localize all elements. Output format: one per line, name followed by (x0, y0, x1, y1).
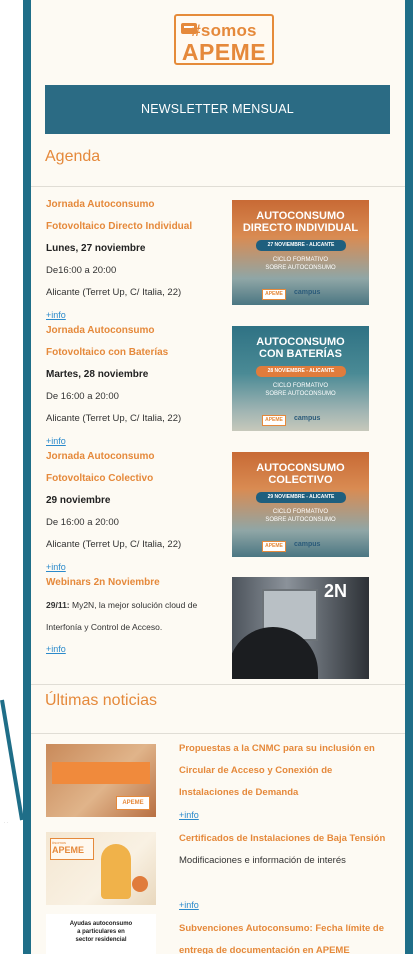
promo-date-pill: 28 NOVIEMBRE - ALICANTE (256, 366, 346, 377)
event-place: Alicante (Terret Up, C/ Italia, 22) (46, 287, 182, 298)
news-title-line1[interactable]: Subvenciones Autoconsumo: Fecha límite d… (179, 918, 401, 940)
event-title-line1[interactable]: Jornada Autoconsumo (46, 320, 226, 342)
frame-right-bar (405, 0, 413, 954)
promo-campus-logo: campus (294, 541, 321, 548)
event-title-line2[interactable]: Fotovoltaico con Baterías (46, 342, 226, 364)
event-date: Lunes, 27 noviembre (46, 243, 146, 254)
promo-date-pill: 29 NOVIEMBRE - ALICANTE (256, 492, 346, 503)
news-info-link[interactable]: +info (179, 804, 401, 826)
frame-left-bar (23, 0, 31, 954)
promo-campus-logo: campus (294, 415, 321, 422)
promo-subtitle: CICLO FORMATIVO SOBRE AUTOCONSUMO (265, 383, 336, 397)
event-date: Martes, 28 noviembre (46, 369, 149, 380)
promo-title: AUTOCONSUMO COLECTIVO (256, 462, 345, 486)
promo-subtitle: CICLO FORMATIVO SOBRE AUTOCONSUMO (265, 257, 336, 271)
news-item: Subvenciones Autoconsumo: Fecha límite d… (179, 918, 401, 954)
agenda-event: Jornada Autoconsumo Fotovoltaico Directo… (46, 194, 226, 326)
news-title-line1[interactable]: Certificados de Instalaciones de Baja Te… (179, 828, 401, 850)
event-place: Alicante (Terret Up, C/ Italia, 22) (46, 539, 182, 550)
divider (31, 733, 405, 734)
event-promo-image[interactable]: AUTOCONSUMO CON BATERÍAS 28 NOVIEMBRE - A… (232, 326, 369, 431)
agenda-event: Jornada Autoconsumo Fotovoltaico con Bat… (46, 320, 226, 452)
2n-logo: 2N (324, 581, 348, 601)
promo-title: AUTOCONSUMO CON BATERÍAS (256, 336, 345, 360)
news-info-link[interactable]: +info (179, 894, 401, 916)
agenda-event: Webinars 2n Noviembre 29/11: My2N, la me… (46, 572, 226, 660)
news-item: Propuestas a la CNMC para su inclusión e… (179, 738, 401, 826)
news-image-apeme-logo: #somos APEME (50, 838, 94, 860)
event-time: De 16:00 a 20:00 (46, 517, 119, 528)
news-image-banner (52, 762, 150, 784)
promo-subtitle: CICLO FORMATIVO SOBRE AUTOCONSUMO (265, 509, 336, 523)
promo-footer: APEME campus (232, 535, 369, 557)
side-note: · · (4, 820, 8, 825)
news-title-line2[interactable]: Circular de Acceso y Conexión de (179, 760, 401, 782)
news-image-apeme-logo: APEME (116, 796, 150, 810)
certificate-badge-icon (132, 876, 148, 892)
news-title-line1[interactable]: Propuestas a la CNMC para su inclusión e… (179, 738, 401, 760)
logo-line1: #somos (191, 21, 257, 40)
agenda-event: Jornada Autoconsumo Fotovoltaico Colecti… (46, 446, 226, 578)
newsletter-banner: NEWSLETTER MENSUAL (45, 85, 390, 134)
event-description-line2: Interfonía y Control de Acceso. (46, 622, 163, 632)
event-title-line1[interactable]: Jornada Autoconsumo (46, 446, 226, 468)
news-title-line2[interactable]: entrega de documentación en APEME (179, 940, 401, 954)
event-time: De16:00 a 20:00 (46, 265, 117, 276)
somos-apeme-logo[interactable]: #somos APEME (174, 14, 274, 65)
news-image-cnmc[interactable]: APEME (46, 744, 156, 817)
promo-title: AUTOCONSUMO DIRECTO INDIVIDUAL (242, 210, 359, 234)
news-summary: Modificaciones e información de interés (179, 855, 346, 866)
news-spacer (179, 872, 401, 894)
event-date: 29 noviembre (46, 495, 111, 506)
event-promo-image[interactable]: AUTOCONSUMO COLECTIVO 29 NOVIEMBRE - ALIC… (232, 452, 369, 557)
event-title-line1[interactable]: Jornada Autoconsumo (46, 194, 226, 216)
webinar-2n-image[interactable]: 2N (232, 577, 369, 679)
promo-footer: APEME campus (232, 409, 369, 431)
divider (31, 684, 405, 685)
event-title-line2[interactable]: Fotovoltaico Directo Individual (46, 216, 226, 238)
event-time: De 16:00 a 20:00 (46, 391, 119, 402)
promo-apeme-logo: APEME (262, 289, 286, 300)
event-description: 29/11: My2N, la mejor solución cloud de (46, 600, 198, 610)
event-place: Alicante (Terret Up, C/ Italia, 22) (46, 413, 182, 424)
news-image-certificados[interactable]: #somos APEME (46, 832, 156, 905)
news-image-person (101, 844, 131, 899)
news-title-line3[interactable]: Instalaciones de Demanda (179, 782, 401, 804)
divider (31, 186, 405, 187)
event-promo-image[interactable]: AUTOCONSUMO DIRECTO INDIVIDUAL 27 NOVIEMB… (232, 200, 369, 305)
news-image-caption: Ayudas autoconsumo a particulares en sec… (69, 921, 133, 943)
promo-apeme-logo: APEME (262, 415, 286, 426)
agenda-title: Agenda (45, 148, 101, 165)
news-item: Certificados de Instalaciones de Baja Te… (179, 828, 401, 916)
promo-apeme-logo: APEME (262, 541, 286, 552)
news-image-ayudas[interactable]: Ayudas autoconsumo a particulares en sec… (46, 914, 156, 954)
promo-date-pill: 27 NOVIEMBRE - ALICANTE (256, 240, 346, 251)
news-title: Últimas noticias (45, 692, 158, 709)
logo-line2: APEME (181, 39, 267, 65)
event-title-line1[interactable]: Webinars 2n Noviembre (46, 572, 226, 594)
promo-campus-logo: campus (294, 289, 321, 296)
newsletter-panel: #somos APEME NEWSLETTER MENSUAL Agenda J… (31, 0, 405, 954)
event-title-line2[interactable]: Fotovoltaico Colectivo (46, 468, 226, 490)
promo-footer: APEME campus (232, 283, 369, 305)
event-info-link[interactable]: +info (46, 638, 226, 660)
